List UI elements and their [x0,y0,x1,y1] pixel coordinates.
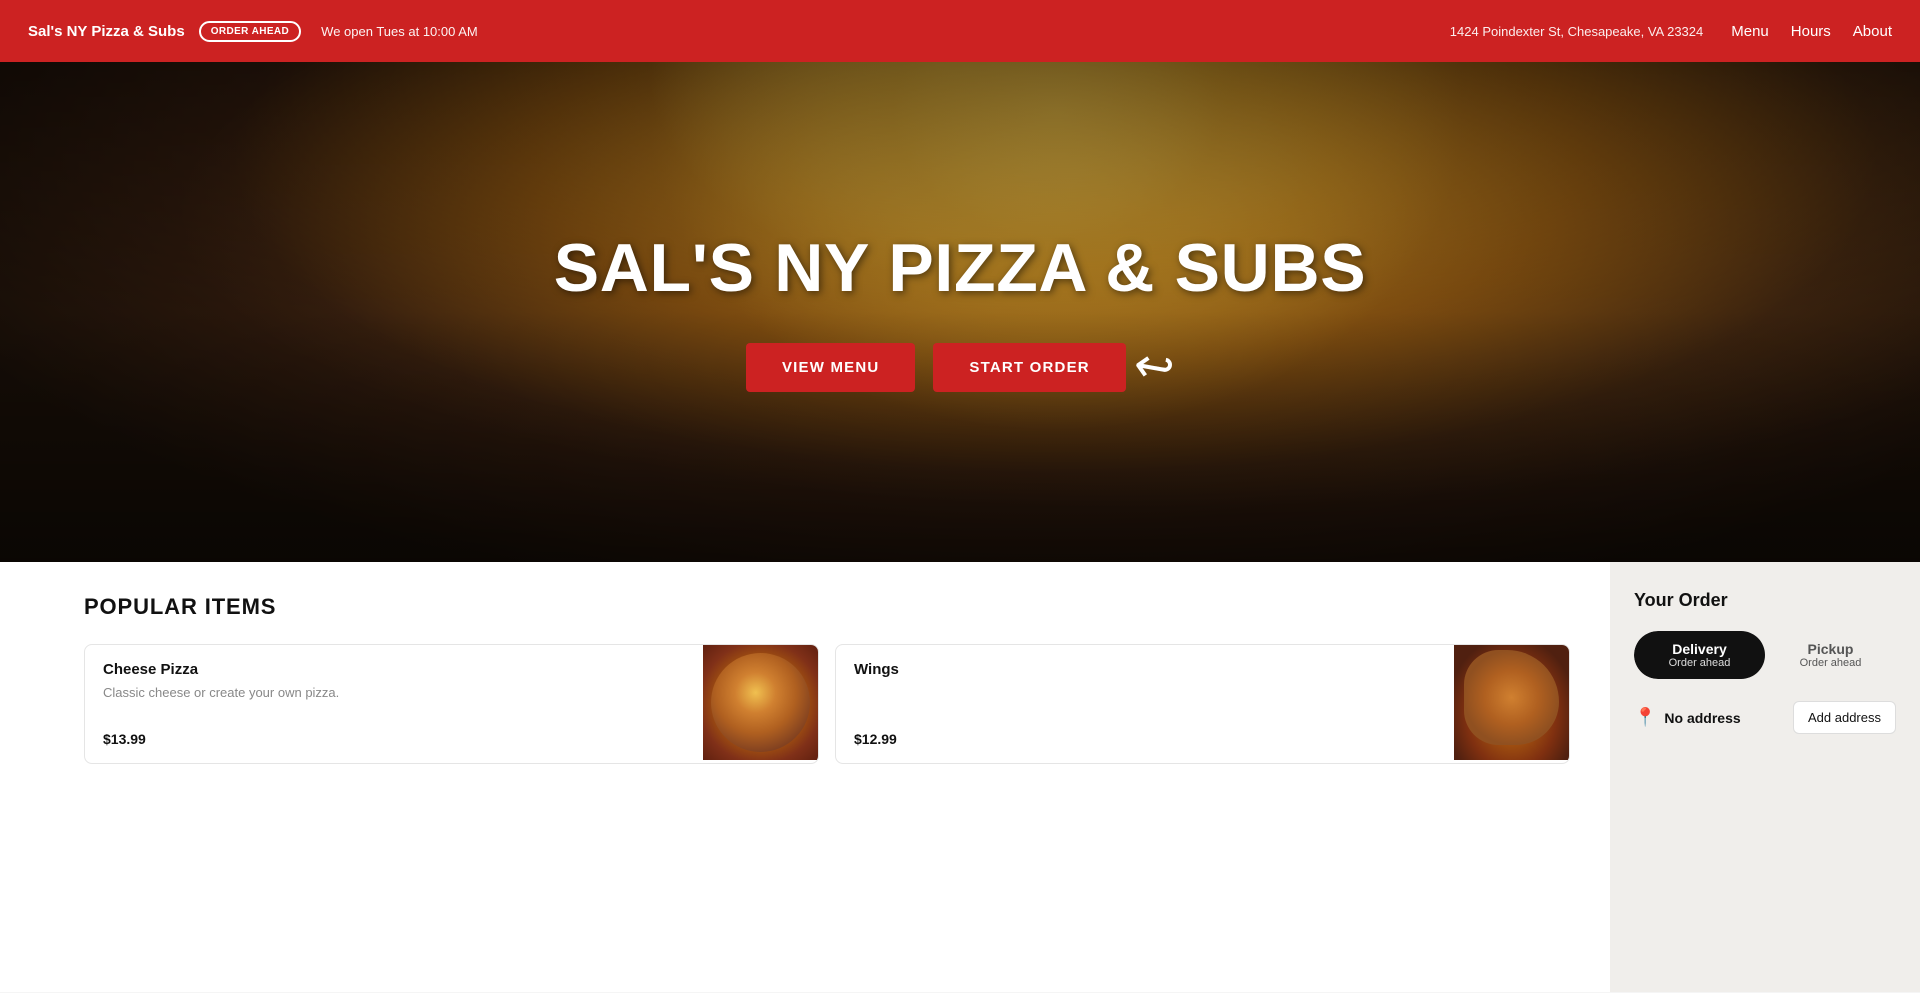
nav-about[interactable]: About [1853,23,1892,40]
order-panel-title: Your Order [1634,590,1896,611]
item-info: Cheese Pizza Classic cheese or create yo… [85,645,703,763]
hero-title: SAL'S NY PIZZA & SUBS [554,229,1367,307]
list-item[interactable]: Wings $12.99 [835,644,1570,764]
delivery-toggle-button[interactable]: Delivery Order ahead [1634,631,1765,679]
item-image-pizza [703,645,818,760]
items-grid: Cheese Pizza Classic cheese or create yo… [84,644,1570,764]
nav-hours[interactable]: Hours [1791,23,1831,40]
pizza-thumbnail [703,645,818,760]
header-address: 1424 Poindexter St, Chesapeake, VA 23324 [1450,24,1703,39]
list-item[interactable]: Cheese Pizza Classic cheese or create yo… [84,644,819,764]
item-name: Cheese Pizza [103,661,685,678]
hero-arrow-icon: ↩ [1129,336,1178,398]
order-ahead-badge: OrDeR Ahead [199,21,301,42]
pickup-toggle-button[interactable]: Pickup Order ahead [1765,631,1896,679]
nav-menu[interactable]: Menu [1731,23,1769,40]
hero-buttons: VIEW MENU START ORDER ↩ [746,339,1174,395]
header-left: Sal's NY Pizza & Subs OrDeR Ahead We ope… [28,21,478,42]
item-name: Wings [854,661,1436,678]
hero-content: SAL'S NY PIZZA & SUBS VIEW MENU START OR… [0,62,1920,562]
header-right: 1424 Poindexter St, Chesapeake, VA 23324… [1450,23,1892,40]
start-order-button[interactable]: START ORDER [933,343,1125,392]
view-menu-button[interactable]: VIEW MENU [746,343,915,392]
header-nav: Menu Hours About [1731,23,1892,40]
address-row: 📍 No address Add address [1634,701,1896,734]
header-hours: We open Tues at 10:00 AM [321,24,478,39]
item-image-wings [1454,645,1569,760]
location-pin-icon: 📍 [1634,707,1656,728]
address-left: 📍 No address [1634,707,1741,728]
brand-name: Sal's NY Pizza & Subs [28,23,185,40]
hero-section: SAL'S NY PIZZA & SUBS VIEW MENU START OR… [0,62,1920,562]
item-price: $12.99 [854,731,1436,747]
item-price: $13.99 [103,731,685,747]
item-info: Wings $12.99 [836,645,1454,763]
wings-thumbnail [1454,645,1569,760]
item-description: Classic cheese or create your own pizza. [103,684,685,702]
header: Sal's NY Pizza & Subs OrDeR Ahead We ope… [0,0,1920,62]
no-address-label: No address [1664,710,1740,726]
menu-section: POPULAR ITEMS Cheese Pizza Classic chees… [0,562,1610,992]
add-address-button[interactable]: Add address [1793,701,1896,734]
popular-items-title: POPULAR ITEMS [84,594,1570,620]
order-panel: Your Order Delivery Order ahead Pickup O… [1610,562,1920,992]
order-type-toggle: Delivery Order ahead Pickup Order ahead [1634,631,1896,679]
main-content: POPULAR ITEMS Cheese Pizza Classic chees… [0,562,1920,992]
